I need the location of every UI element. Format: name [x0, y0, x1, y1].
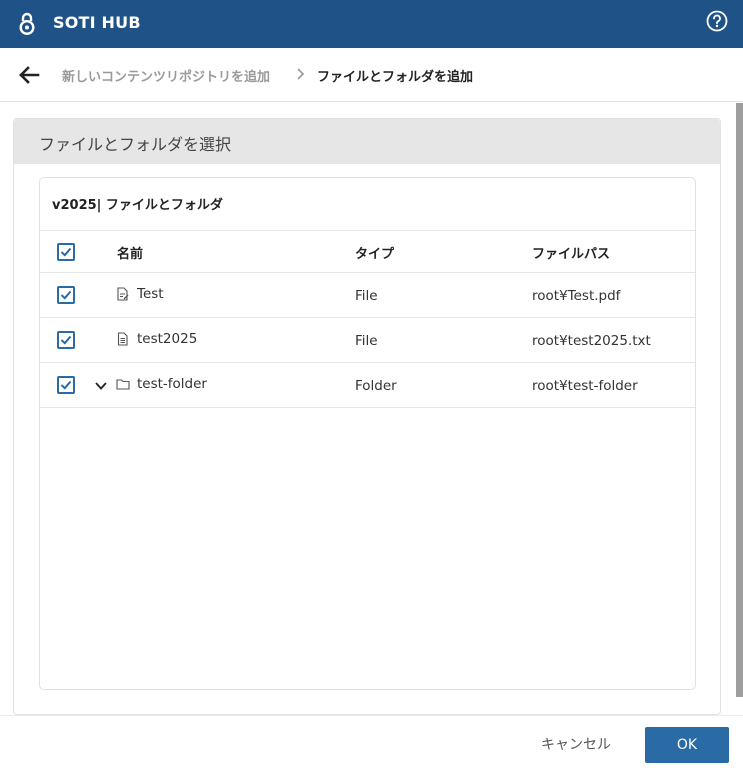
soti-logo-icon	[19, 12, 35, 36]
table-row[interactable]: test2025 File root¥test2025.txt	[40, 318, 695, 363]
row-type: File	[355, 333, 378, 349]
breadcrumb: 新しいコンテンツリポジトリを追加 ファイルとフォルダを追加	[0, 48, 743, 102]
column-header-type[interactable]: タイプ	[355, 243, 394, 262]
row-checkbox[interactable]	[57, 331, 75, 349]
table-row[interactable]: Test File root¥Test.pdf	[40, 273, 695, 318]
column-header-path[interactable]: ファイルパス	[532, 243, 610, 262]
row-type: Folder	[355, 378, 397, 394]
expand-chevron-icon[interactable]	[94, 379, 108, 393]
checkmark-icon	[60, 290, 72, 300]
column-header-name[interactable]: 名前	[117, 243, 143, 262]
select-all-checkbox[interactable]	[57, 243, 75, 261]
row-path: root¥test-folder	[532, 378, 638, 394]
pdf-file-icon	[117, 287, 129, 301]
table-header: 名前 タイプ ファイルパス	[40, 231, 695, 273]
help-circle-icon[interactable]	[706, 10, 728, 32]
row-path: root¥Test.pdf	[532, 288, 621, 304]
text-file-icon	[117, 332, 128, 346]
vertical-scrollbar[interactable]	[736, 103, 743, 697]
breadcrumb-current: ファイルとフォルダを追加	[317, 70, 474, 85]
ok-button[interactable]: OK	[645, 727, 729, 763]
files-card: v2025| ファイルとフォルダ 名前 タイプ ファイルパス Test File…	[39, 177, 696, 690]
divider	[0, 715, 743, 716]
card-title: v2025| ファイルとフォルダ	[52, 198, 223, 213]
row-checkbox[interactable]	[57, 286, 75, 304]
app-title: SOTI HUB	[53, 13, 141, 32]
folder-icon	[116, 379, 130, 390]
cancel-button[interactable]: キャンセル	[530, 726, 622, 762]
checkmark-icon	[60, 247, 72, 257]
chevron-right-icon	[297, 68, 305, 80]
checkmark-icon	[60, 335, 72, 345]
select-files-panel: ファイルとフォルダを選択 v2025| ファイルとフォルダ 名前 タイプ ファイ…	[13, 118, 721, 715]
row-name: test2025	[137, 331, 198, 347]
breadcrumb-parent-link[interactable]: 新しいコンテンツリポジトリを追加	[62, 66, 270, 85]
row-path: root¥test2025.txt	[532, 333, 651, 349]
arrow-left-icon[interactable]	[18, 65, 40, 85]
row-name: test-folder	[137, 376, 207, 392]
app-header: SOTI HUB	[0, 0, 743, 48]
row-checkbox[interactable]	[57, 376, 75, 394]
row-name: Test	[137, 286, 164, 302]
checkmark-icon	[60, 380, 72, 390]
table-row[interactable]: test-folder Folder root¥test-folder	[40, 363, 695, 408]
panel-title: ファイルとフォルダを選択	[39, 135, 232, 154]
row-type: File	[355, 288, 378, 304]
